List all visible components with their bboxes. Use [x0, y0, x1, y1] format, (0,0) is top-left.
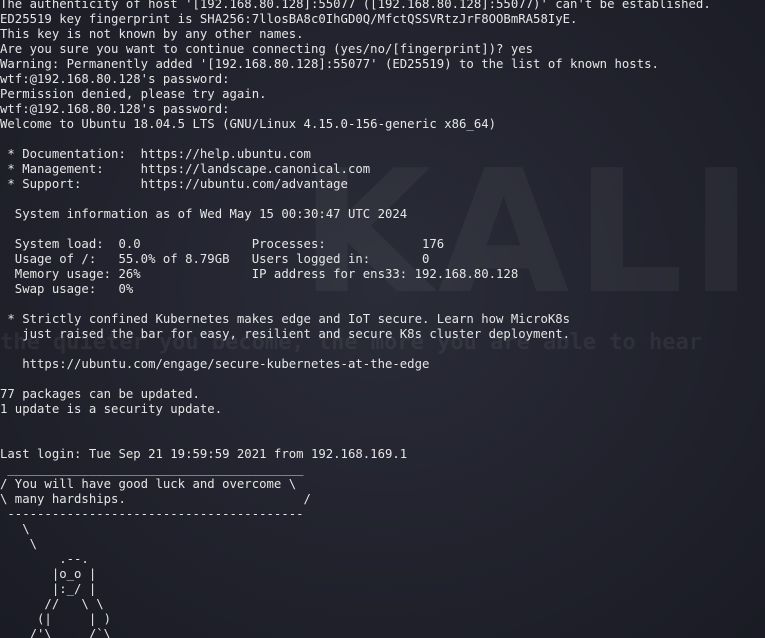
terminal-line: Are you sure you want to continue connec…	[0, 42, 534, 56]
terminal-line: wtf:@192.168.80.128's password:	[0, 102, 230, 116]
terminal-line: Warning: Permanently added '[192.168.80.…	[0, 57, 659, 71]
terminal-line: * Support: https://ubuntu.com/advantage	[0, 177, 348, 191]
terminal-line: This key is not known by any other names…	[0, 27, 304, 41]
terminal-line: 77 packages can be updated.	[0, 387, 200, 401]
terminal-line: Memory usage: 26% IP address for ens33: …	[0, 267, 519, 281]
terminal-line: // \ \	[0, 597, 104, 611]
terminal-line: * Strictly confined Kubernetes makes edg…	[0, 312, 571, 326]
terminal-line: 1 update is a security update.	[0, 402, 223, 416]
terminal-line: ED25519 key fingerprint is SHA256:7llosB…	[0, 12, 578, 26]
terminal-line: Usage of /: 55.0% of 8.79GB Users logged…	[0, 252, 430, 266]
terminal-output: The authenticity of host '[192.168.80.12…	[0, 0, 711, 638]
terminal-line: \	[0, 537, 38, 551]
terminal-line: \ many hardships. /	[0, 492, 311, 506]
terminal-line: /'\_ _/`\	[0, 627, 112, 638]
terminal-line: ----------------------------------------	[0, 507, 304, 521]
terminal-line: (| | )	[0, 612, 112, 626]
terminal-line: https://ubuntu.com/engage/secure-kuberne…	[0, 357, 430, 371]
terminal-line: Swap usage: 0%	[0, 282, 134, 296]
terminal-line: System information as of Wed May 15 00:3…	[0, 207, 408, 221]
terminal-line: / You will have good luck and overcome \	[0, 477, 297, 491]
terminal-line: ________________________________________	[0, 462, 304, 476]
terminal-line: Permission denied, please try again.	[0, 87, 267, 101]
terminal-line: just raised the bar for easy, resilient …	[0, 327, 571, 341]
terminal-line: .--.	[0, 552, 89, 566]
terminal-line: \	[0, 522, 30, 536]
terminal-line: Last login: Tue Sep 21 19:59:59 2021 fro…	[0, 447, 408, 461]
terminal-line: * Documentation: https://help.ubuntu.com	[0, 147, 311, 161]
terminal-line: wtf:@192.168.80.128's password:	[0, 72, 230, 86]
terminal-window[interactable]: KALI LINUX the quieter you become, the m…	[0, 0, 765, 638]
terminal-line: |:_/ |	[0, 582, 97, 596]
terminal-line: * Management: https://landscape.canonica…	[0, 162, 371, 176]
terminal-line: System load: 0.0 Processes: 176	[0, 237, 445, 251]
terminal-line: Welcome to Ubuntu 18.04.5 LTS (GNU/Linux…	[0, 117, 497, 131]
terminal-line: The authenticity of host '[192.168.80.12…	[0, 0, 711, 11]
terminal-line: |o_o |	[0, 567, 97, 581]
